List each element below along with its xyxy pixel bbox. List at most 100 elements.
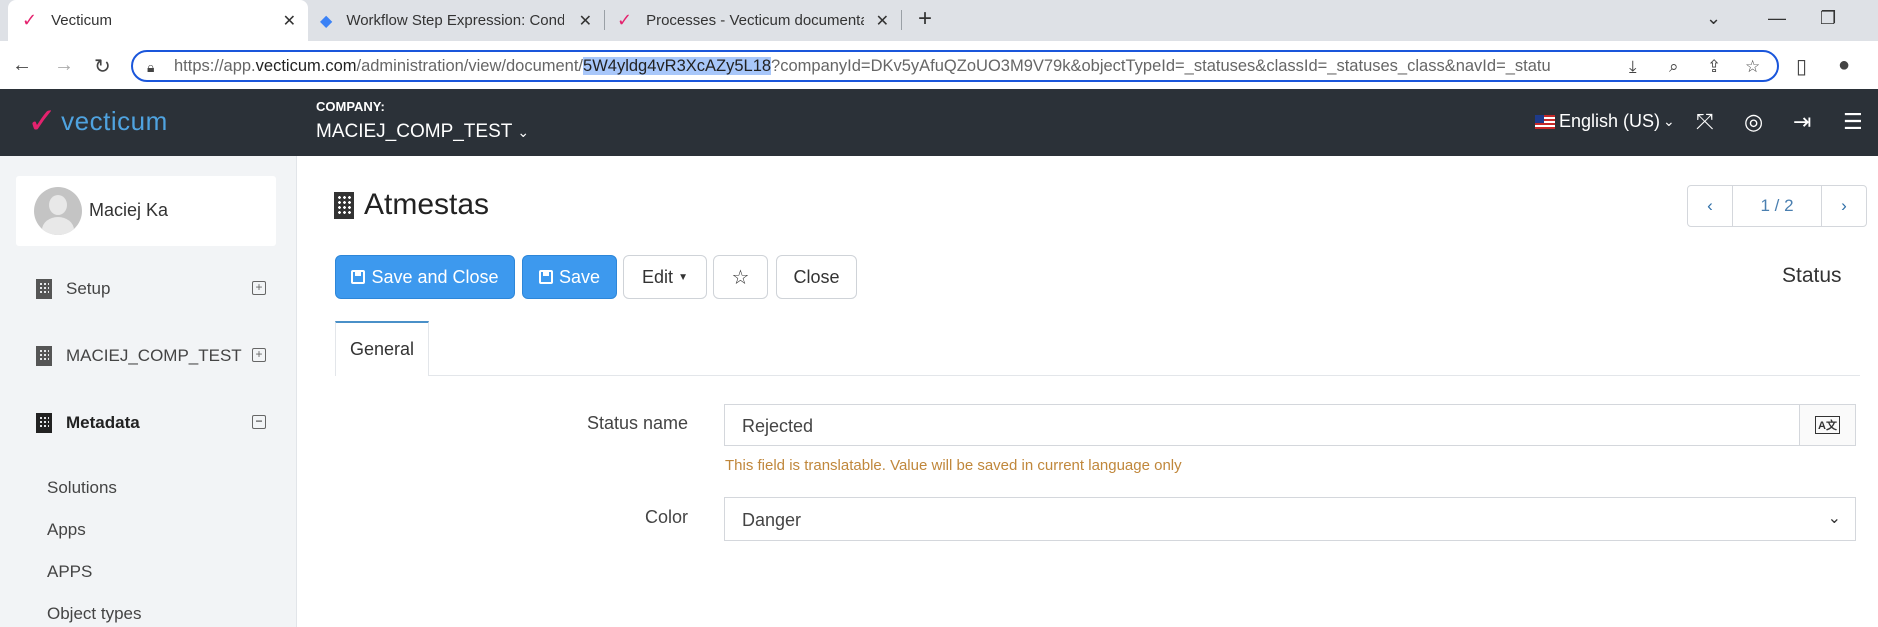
close-tab-icon[interactable]: ✕ (876, 11, 889, 31)
status-name-label: Status name (586, 413, 688, 433)
docs-favicon-icon: ◆ (320, 12, 333, 30)
browser-tab-bar: ✓ Vecticum ✕ ◆ Workflow Step Expression:… (0, 0, 1878, 41)
page-title: Atmestas (334, 188, 489, 222)
sidebar-subitem-apps[interactable]: Apps (47, 520, 86, 540)
back-icon[interactable]: ← (12, 54, 32, 77)
hamburger-menu-icon[interactable]: ☰ (1843, 109, 1863, 135)
zoom-icon[interactable]: ⌕ (1669, 57, 1679, 77)
app-header: ✓ vecticum COMPANY: MACIEJ_COMP_TEST ⌄ E… (0, 89, 1878, 156)
collapse-icon[interactable]: − (252, 415, 266, 429)
compass-icon[interactable]: ◎ (1744, 109, 1763, 135)
url-path: /administration/view/document/ (356, 57, 584, 75)
logout-icon[interactable]: ⇥ (1793, 109, 1811, 135)
minimize-icon[interactable]: — (1768, 8, 1786, 29)
url-text[interactable]: https://app.vecticum.com/administration/… (174, 57, 1614, 76)
sidebar-item-label: Setup (66, 279, 111, 298)
logo-mark-icon: ✓ (27, 100, 58, 141)
us-flag-icon (1535, 114, 1555, 129)
install-icon[interactable]: ⤓ (1629, 57, 1637, 77)
translate-icon: A文 (1815, 416, 1840, 434)
company-selector[interactable]: MACIEJ_COMP_TEST ⌄ (316, 121, 529, 143)
next-record-icon[interactable]: › (1822, 186, 1866, 226)
translate-button[interactable]: A文 (1799, 404, 1856, 446)
chevron-down-icon: ⌄ (1827, 510, 1841, 527)
color-select[interactable]: Danger ⌄ (724, 497, 1856, 541)
translatable-hint: This field is translatable. Value will b… (725, 457, 1182, 474)
browser-tab-processes[interactable]: ✓ Processes - Vecticum documenta ✕ (605, 0, 901, 41)
save-disk-icon (351, 270, 366, 284)
save-disk-icon (538, 270, 553, 284)
browser-tab-title: Workflow Step Expression: Condi (346, 12, 565, 29)
side-panel-icon[interactable]: ▯ (1796, 54, 1807, 79)
vecticum-favicon-icon: ✓ (22, 10, 38, 30)
sidebar: Maciej Ka Setup + MACIEJ_COMP_TEST + Met… (0, 156, 297, 627)
expand-icon[interactable]: + (252, 281, 266, 295)
browser-tab-workflow[interactable]: ◆ Workflow Step Expression: Condi ✕ (308, 0, 604, 41)
record-pager: ‹ 1 / 2 › (1687, 185, 1867, 227)
building-icon (36, 279, 52, 299)
language-selector[interactable]: English (US) ⌄ (1535, 111, 1675, 132)
sidebar-item-label: MACIEJ_COMP_TEST (66, 346, 242, 365)
tabs-divider (335, 375, 1860, 376)
status-label: Status (1782, 264, 1842, 287)
url-domain: vecticum.com (255, 57, 357, 75)
color-label: Color (644, 507, 688, 527)
close-button[interactable]: Close (776, 255, 857, 299)
fullscreen-icon[interactable]: ⤧ (1696, 109, 1714, 135)
star-icon: ☆ (731, 266, 750, 289)
button-label: Save and Close (371, 266, 499, 287)
button-label: Save (558, 266, 601, 287)
forward-icon[interactable]: → (54, 54, 74, 77)
language-label: English (US) (1559, 111, 1661, 131)
company-label: COMPANY: (316, 99, 385, 114)
new-tab-icon[interactable]: + (918, 5, 932, 33)
user-card[interactable]: Maciej Ka (16, 176, 276, 246)
color-value: Danger (742, 510, 802, 530)
company-value: MACIEJ_COMP_TEST (316, 121, 513, 142)
edit-dropdown-button[interactable]: Edit ▼ (623, 255, 707, 299)
building-icon (334, 191, 354, 219)
page-title-text: Atmestas (364, 188, 490, 221)
tab-search-chevron-icon[interactable]: ⌄ (1706, 8, 1721, 29)
status-name-input[interactable]: Rejected (724, 404, 1800, 446)
tab-separator (901, 10, 902, 30)
lock-icon[interactable]: 🔒︎ (147, 59, 154, 76)
close-tab-icon[interactable]: ✕ (579, 11, 592, 31)
tab-label: General (349, 339, 415, 359)
building-icon (36, 413, 52, 433)
building-icon (36, 346, 52, 366)
restore-icon[interactable]: ❐ (1820, 8, 1836, 29)
sidebar-subitem-solutions[interactable]: Solutions (47, 478, 117, 498)
bookmark-star-icon[interactable]: ☆ (1745, 57, 1760, 77)
save-button[interactable]: Save (522, 255, 617, 299)
logo-text: vecticum (61, 105, 168, 136)
sidebar-item-setup[interactable]: Setup + (36, 274, 266, 304)
vecticum-logo[interactable]: ✓ vecticum (27, 103, 168, 139)
pager-position: 1 / 2 (1732, 186, 1822, 226)
button-label: Close (793, 266, 840, 287)
expand-icon[interactable]: + (252, 348, 266, 362)
share-icon[interactable]: ⇪ (1707, 57, 1721, 77)
status-name-value: Rejected (742, 416, 814, 436)
sidebar-subitem-apps-upper[interactable]: APPS (47, 562, 92, 582)
profile-icon[interactable]: ● (1838, 54, 1850, 77)
browser-tab-title: Vecticum (51, 12, 112, 29)
sidebar-item-metadata[interactable]: Metadata − (36, 408, 266, 438)
vecticum-favicon-icon: ✓ (617, 10, 633, 30)
browser-tab-vecticum[interactable]: ✓ Vecticum ✕ (8, 0, 308, 41)
sidebar-subitem-object-types[interactable]: Object types (47, 604, 142, 624)
close-tab-icon[interactable]: ✕ (283, 11, 296, 31)
url-selected-segment: 5W4yldg4vR3XcAZy5L18 (583, 57, 772, 75)
url-query: ?companyId=DKv5yAfuQZoUO3M9V79k&objectTy… (771, 57, 1551, 75)
sidebar-item-label: Metadata (66, 413, 140, 432)
favorite-button[interactable]: ☆ (713, 255, 768, 299)
sidebar-item-company[interactable]: MACIEJ_COMP_TEST + (36, 341, 266, 371)
tab-general[interactable]: General (335, 321, 429, 376)
chevron-down-icon: ⌄ (517, 124, 530, 140)
url-omnibox[interactable]: 🔒︎ https://app.vecticum.com/administrati… (131, 50, 1779, 82)
prev-record-icon[interactable]: ‹ (1688, 186, 1732, 226)
url-prefix: https://app. (174, 57, 256, 75)
reload-icon[interactable]: ↻ (94, 54, 111, 79)
save-and-close-button[interactable]: Save and Close (335, 255, 515, 299)
button-label: Edit (642, 266, 674, 287)
